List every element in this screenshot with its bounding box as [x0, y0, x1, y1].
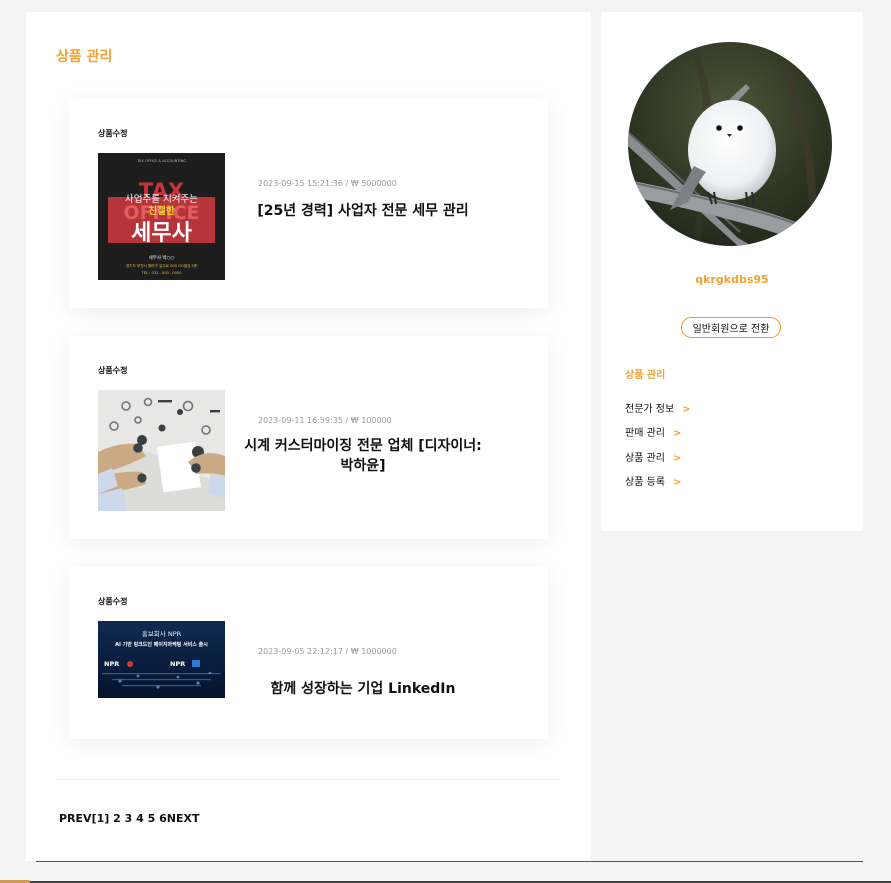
product-card: 상품수정 2023-09-11 16:59:35 / ₩ 100000 시계 커…	[69, 336, 548, 539]
svg-text:NPR: NPR	[104, 660, 119, 668]
profile-sidebar: qkrgkdbs95 일반회원으로 전환 상품 관리 전문가 정보 > 판매 관리…	[601, 12, 863, 531]
svg-text:경기도 부천시 원미구 길주로 000 OO빌딩 5층: 경기도 부천시 원미구 길주로 000 OO빌딩 5층	[126, 263, 198, 268]
sidebar-heading: 상품 관리	[625, 370, 666, 381]
svg-text:세무사 박○○: 세무사 박○○	[149, 254, 175, 261]
edit-product-link[interactable]: 상품수정	[98, 128, 127, 139]
next-page-link[interactable]: NEXT	[167, 812, 200, 825]
chevron-right-icon: >	[672, 453, 682, 464]
svg-text:사업주를 지켜주는: 사업주를 지켜주는	[125, 193, 198, 205]
svg-text:친절한: 친절한	[148, 205, 174, 217]
watch-customizing-thumbnail-image	[98, 390, 225, 511]
edit-product-link[interactable]: 상품수정	[98, 365, 127, 376]
product-card: 상품수정 홍보회사 NPR AI 기반 링크드인 페이지마케팅 서비스 출시 N…	[69, 567, 548, 739]
page-link[interactable]: 6	[159, 812, 167, 825]
sidebar-item-label: 전문가 정보	[625, 404, 675, 415]
chevron-right-icon: >	[672, 428, 682, 439]
footer-divider	[36, 861, 863, 862]
prev-page-link[interactable]: PREV	[59, 812, 92, 825]
bird-profile-image	[628, 42, 832, 246]
chevron-right-icon: >	[672, 477, 682, 488]
chevron-right-icon: >	[682, 404, 691, 415]
page-link[interactable]: 4	[136, 812, 144, 825]
sidebar-item-product-register[interactable]: 상품 등록 >	[625, 473, 681, 488]
product-title[interactable]: 함께 성장하는 기업 LinkedIn	[238, 679, 488, 699]
product-meta: 2023-09-15 15:21:36 / ₩ 5000000	[258, 179, 397, 188]
product-meta: 2023-09-05 22:12:17 / ₩ 1000000	[258, 647, 397, 656]
username: qkrgkdbs95	[695, 273, 769, 286]
main-panel: 상품 관리 상품수정 TAX OFFICE & ACCOUNTING TAX O…	[26, 12, 591, 861]
product-thumbnail[interactable]	[98, 390, 225, 511]
sidebar-item-product-manage[interactable]: 상품 관리 >	[625, 449, 681, 464]
switch-to-general-member-button[interactable]: 일반회원으로 전환	[681, 317, 781, 338]
current-page: [1]	[91, 812, 110, 825]
avatar	[628, 42, 832, 246]
sidebar-item-label: 상품 관리	[625, 453, 665, 464]
svg-text:세무사: 세무사	[131, 221, 192, 246]
product-title[interactable]: [25년 경력] 사업자 전문 세무 관리	[238, 201, 488, 221]
page-link[interactable]: 3	[125, 812, 133, 825]
product-title[interactable]: 시계 커스터마이징 전문 업체 [디자이너:박하윤]	[238, 436, 488, 476]
svg-text:NPR: NPR	[170, 660, 185, 668]
tax-office-thumbnail-image: TAX OFFICE & ACCOUNTING TAX OFFICE 사업주를 …	[98, 153, 225, 280]
sidebar-item-expert-info[interactable]: 전문가 정보 >	[625, 400, 691, 415]
product-meta: 2023-09-11 16:59:35 / ₩ 100000	[258, 416, 392, 425]
svg-text:TEL : 032 - 000 - 0000: TEL : 032 - 000 - 0000	[141, 271, 183, 275]
product-thumbnail[interactable]: 홍보회사 NPR AI 기반 링크드인 페이지마케팅 서비스 출시 NPR NP…	[98, 621, 225, 698]
linkedin-npr-thumbnail-image: 홍보회사 NPR AI 기반 링크드인 페이지마케팅 서비스 출시 NPR NP…	[98, 621, 225, 698]
pagination-divider	[56, 779, 560, 780]
pagination: PREV[1] 2 3 4 5 6NEXT	[59, 812, 200, 825]
sidebar-item-label: 판매 관리	[625, 428, 665, 439]
page-title: 상품 관리	[56, 49, 113, 65]
svg-text:AI 기반 링크드인 페이지마케팅 서비스 출시: AI 기반 링크드인 페이지마케팅 서비스 출시	[115, 641, 208, 648]
sidebar-item-sales[interactable]: 판매 관리 >	[625, 424, 681, 439]
edit-product-link[interactable]: 상품수정	[98, 596, 127, 607]
svg-text:TAX OFFICE & ACCOUNTING: TAX OFFICE & ACCOUNTING	[136, 159, 186, 163]
product-thumbnail[interactable]: TAX OFFICE & ACCOUNTING TAX OFFICE 사업주를 …	[98, 153, 225, 280]
svg-text:홍보회사 NPR: 홍보회사 NPR	[142, 629, 182, 638]
sidebar-item-label: 상품 등록	[625, 477, 665, 488]
page-link[interactable]: 5	[148, 812, 156, 825]
product-card: 상품수정 TAX OFFICE & ACCOUNTING TAX OFFICE …	[69, 99, 548, 308]
page-link[interactable]: 2	[113, 812, 121, 825]
